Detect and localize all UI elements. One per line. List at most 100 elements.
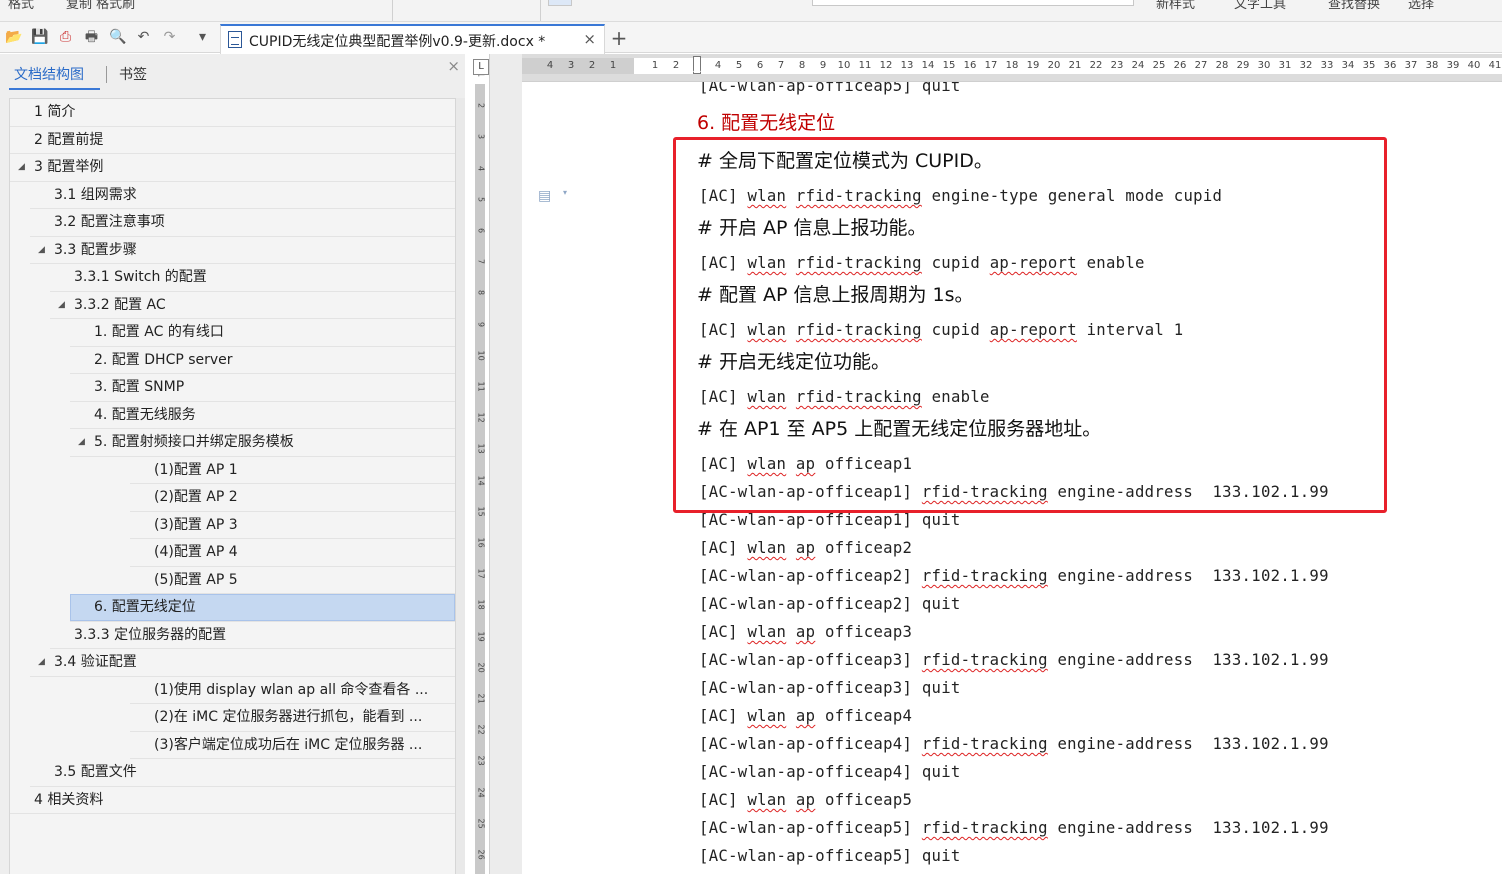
nav-item[interactable]: (4)配置 AP 4 xyxy=(10,539,455,567)
ruler-tick-label: 8 xyxy=(476,290,486,296)
ruler-tick-label: 2 xyxy=(476,103,486,109)
code-line: [AC-wlan-ap-officeap2] quit xyxy=(699,595,961,613)
ruler-tick-label: 1 xyxy=(651,60,659,71)
nav-item[interactable]: 2 配置前提 xyxy=(10,127,455,154)
document-tab[interactable]: CUPID无线定位典型配置举例v0.9-更新.docx * × xyxy=(220,24,605,54)
ruler-tick-label: 4 xyxy=(476,165,486,171)
ruler-tick-label: 31 xyxy=(1278,60,1292,71)
code-text: [AC] xyxy=(699,388,748,406)
paragraph-options-icon[interactable]: ▤ xyxy=(538,188,554,204)
ribbon-fragment-new-style[interactable]: 新样式 xyxy=(1156,0,1195,12)
print-icon[interactable]: 🖶 xyxy=(83,29,100,46)
collapse-caret-icon[interactable]: ◢ xyxy=(38,649,45,676)
vertical-ruler[interactable]: 1234567891011121314151617181920212223242… xyxy=(472,54,490,874)
ruler-tick-label: 41 xyxy=(1488,60,1502,71)
customize-dropdown-icon[interactable]: ▾ xyxy=(194,29,211,46)
nav-item-selected[interactable]: 6. 配置无线定位 xyxy=(10,594,455,622)
code-text: enable xyxy=(921,388,990,406)
print-preview-icon[interactable]: 🔍 xyxy=(109,29,126,46)
ribbon-fragment-select[interactable]: 选择 xyxy=(1408,0,1434,12)
nav-item[interactable]: (1)配置 AP 1 xyxy=(10,457,455,484)
ruler-tick-label: 14 xyxy=(921,60,935,71)
document-page[interactable]: ▤ ▾ [AC-wlan-ap-officeap5] quit 6. 配置无线定… xyxy=(522,82,1502,874)
new-tab-button[interactable]: + xyxy=(608,26,630,50)
ruler-tick-label: 3 xyxy=(476,134,486,140)
collapse-caret-icon[interactable]: ◢ xyxy=(78,429,85,456)
redo-icon[interactable]: ↷ xyxy=(161,29,178,46)
nav-item[interactable]: 2. 配置 DHCP server xyxy=(10,347,455,374)
ribbon-fragment-find-replace[interactable]: 查找替换 xyxy=(1328,0,1380,12)
chevron-down-icon[interactable]: ▾ xyxy=(563,188,567,197)
nav-item[interactable]: 1. 配置 AC 的有线口 xyxy=(10,319,455,347)
horizontal-ruler[interactable]: 4 3 2 1 1 2 4 5 6 7 8 9 10 11 12 13 14 15 16 17 18 19 20 21 22 23… xyxy=(522,54,1502,82)
nav-item[interactable]: ◢ 3.3 配置步骤 xyxy=(10,237,455,264)
ruler-tick-label: 33 xyxy=(1320,60,1334,71)
undo-icon[interactable]: ↶ xyxy=(135,29,152,46)
spellcheck-flagged-word: wlan xyxy=(747,187,787,205)
export-pdf-icon[interactable]: ⎙ xyxy=(57,29,74,46)
nav-item[interactable]: 4 相关资料 xyxy=(10,787,455,814)
nav-item[interactable]: 3.1 组网需求 xyxy=(10,182,455,209)
code-text: [AC-wlan-ap-officeap1] xyxy=(699,483,922,501)
ruler-tick-label: 25 xyxy=(1152,60,1166,71)
nav-item[interactable]: (2)配置 AP 2 xyxy=(10,484,455,512)
ruler-tick-label: 18 xyxy=(1005,60,1019,71)
code-text: officeap1 xyxy=(815,455,913,473)
ribbon-fragment-text-tools[interactable]: 文字工具 xyxy=(1234,0,1286,12)
nav-item[interactable]: ◢ 3.3.2 配置 AC xyxy=(10,292,455,319)
code-text: interval 1 xyxy=(1076,321,1184,339)
nav-item[interactable]: ◢ 3 配置举例 xyxy=(10,154,455,182)
nav-item[interactable]: 4. 配置无线服务 xyxy=(10,402,455,429)
collapse-caret-icon[interactable]: ◢ xyxy=(58,292,65,319)
nav-item[interactable]: 3.3.1 Switch 的配置 xyxy=(10,264,455,292)
nav-item-label: 1 简介 xyxy=(34,104,76,120)
collapse-caret-icon[interactable]: ◢ xyxy=(18,154,25,181)
nav-item[interactable]: 3. 配置 SNMP xyxy=(10,374,455,402)
tab-stop-selector[interactable]: L xyxy=(473,59,489,75)
nav-item[interactable]: (3)配置 AP 3 xyxy=(10,512,455,539)
code-line: [AC-wlan-ap-officeap3] quit xyxy=(699,679,961,697)
ruler-tick-label: 14 xyxy=(476,475,486,486)
nav-item-label: 3.5 配置文件 xyxy=(54,764,137,780)
align-left-button[interactable] xyxy=(548,0,572,6)
code-line: [AC] wlan rfid-tracking engine-type gene… xyxy=(699,187,1222,205)
ruler-tick-label: 27 xyxy=(1194,60,1208,71)
nav-item[interactable]: (2)在 iMC 定位服务器进行抓包，能看到 ... xyxy=(10,704,455,732)
code-text: [AC-wlan-ap-officeap1] quit xyxy=(699,511,961,529)
section-heading: 6. 配置无线定位 xyxy=(697,112,836,134)
nav-item[interactable]: 3.5 配置文件 xyxy=(10,759,455,787)
code-text: [AC-wlan-ap-officeap3] xyxy=(699,651,922,669)
open-folder-icon[interactable]: 📂 xyxy=(5,29,22,46)
code-line: [AC-wlan-ap-officeap1] rfid-tracking eng… xyxy=(699,483,1329,501)
ruler-tick-label: 36 xyxy=(1383,60,1397,71)
nav-item[interactable]: 3.2 配置注意事项 xyxy=(10,209,455,237)
nav-item[interactable]: 3.3.3 定位服务器的配置 xyxy=(10,622,455,649)
code-line: [AC-wlan-ap-officeap1] quit xyxy=(699,511,961,529)
nav-item[interactable]: (1)使用 display wlan ap all 命令查看各 ... xyxy=(10,677,455,704)
code-line: [AC] wlan rfid-tracking enable xyxy=(699,388,990,406)
ribbon-fragment-format-painter[interactable]: 复制 格式刷 xyxy=(66,0,135,12)
indent-marker[interactable] xyxy=(693,56,701,74)
nav-item[interactable]: (5)配置 AP 5 xyxy=(10,567,455,594)
style-gallery[interactable] xyxy=(812,0,1134,6)
nav-item[interactable]: (3)客户端定位成功后在 iMC 定位服务器 ... xyxy=(10,732,455,759)
collapse-caret-icon[interactable]: ◢ xyxy=(38,237,45,264)
tab-document-map[interactable]: 文档结构图 xyxy=(14,64,84,84)
page-gutter xyxy=(490,54,522,874)
nav-item-label: 3.3.1 Switch 的配置 xyxy=(74,269,207,285)
ruler-tick-label: 2 xyxy=(588,60,596,71)
ribbon-fragment-format[interactable]: 格式 xyxy=(8,0,34,12)
code-text: cupid xyxy=(921,254,990,272)
nav-item[interactable]: ◢ 3.4 验证配置 xyxy=(10,649,455,677)
close-tab-icon[interactable]: × xyxy=(583,30,596,48)
save-icon[interactable]: 💾 xyxy=(31,29,48,46)
close-pane-icon[interactable]: × xyxy=(447,57,460,75)
nav-item[interactable]: 1 简介 xyxy=(10,99,455,127)
nav-item[interactable]: ◢ 5. 配置射频接口并绑定服务模板 xyxy=(10,429,455,457)
code-text: [AC] xyxy=(699,539,748,557)
tab-bookmarks[interactable]: 书签 xyxy=(119,64,147,84)
comment-line: # 全局下配置定位模式为 CUPID。 xyxy=(697,150,993,172)
